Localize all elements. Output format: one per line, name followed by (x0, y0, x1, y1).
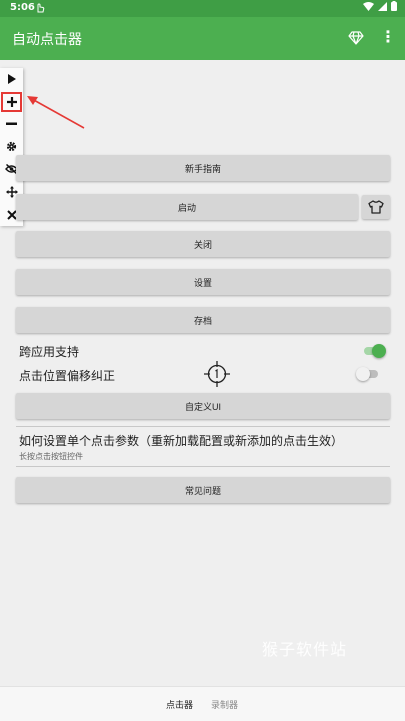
offset-fix-label: 点击位置偏移纠正 (19, 369, 116, 383)
watermark-text: 猴子软件站 (262, 640, 348, 659)
signal-icon (378, 1, 387, 11)
faq-button[interactable]: 常见问题 (16, 477, 390, 503)
status-bar: 5:06 (0, 0, 405, 17)
app-title: 自动点击器 (12, 32, 82, 48)
annotation-arrow-icon (27, 96, 85, 129)
offset-fix-toggle[interactable] (356, 367, 380, 381)
save-button[interactable]: 存档 (16, 307, 390, 333)
crosshair-target-icon[interactable] (204, 361, 230, 387)
battery-icon (391, 1, 397, 11)
bottom-navigation: 点击器 录制器 (0, 686, 405, 721)
more-options-icon[interactable]: ⋮ (380, 27, 396, 46)
cross-app-toggle[interactable] (362, 344, 386, 358)
divider (16, 426, 390, 427)
help-subtitle: 长按点击按钮控件 (19, 452, 83, 461)
status-time: 5:06 (10, 2, 35, 13)
tab-clicker[interactable]: 点击器 (166, 698, 193, 711)
cross-app-label: 跨应用支持 (19, 345, 80, 359)
close-icon (6, 210, 17, 220)
wifi-icon (363, 1, 374, 11)
settings-button[interactable]: 设置 (16, 269, 390, 295)
add-point-button[interactable] (1, 92, 22, 112)
tshirt-icon (368, 200, 384, 214)
diamond-icon[interactable] (348, 30, 364, 49)
play-icon (8, 74, 16, 84)
divider (16, 466, 390, 467)
guide-button[interactable]: 新手指南 (16, 155, 390, 181)
gear-icon (6, 141, 17, 151)
plus-icon (6, 97, 17, 107)
close-button[interactable]: 关闭 (16, 231, 390, 257)
minus-icon (6, 122, 17, 125)
play-button[interactable] (0, 68, 23, 90)
status-icons (363, 1, 397, 11)
skin-button[interactable] (362, 195, 390, 219)
touch-indicator-icon (35, 1, 45, 16)
help-title: 如何设置单个点击参数（重新加载配置或新添加的点击生效） (19, 434, 344, 448)
tab-recorder[interactable]: 录制器 (211, 698, 238, 711)
custom-ui-button[interactable]: 自定义UI (16, 393, 390, 419)
remove-point-button[interactable] (0, 113, 23, 135)
settings-toolbar-button[interactable] (0, 135, 23, 157)
app-bar: 自动点击器 ⋮ (0, 17, 405, 60)
start-button[interactable]: 启动 (16, 194, 358, 220)
